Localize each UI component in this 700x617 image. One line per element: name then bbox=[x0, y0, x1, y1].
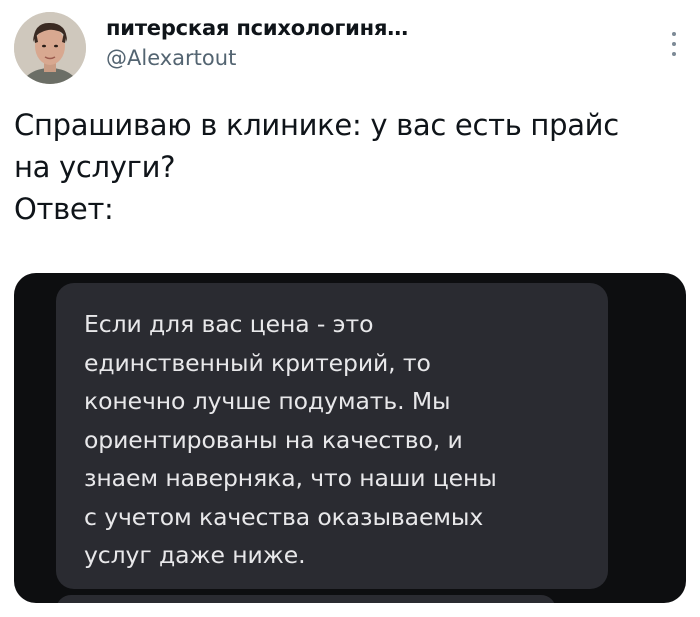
message-text: Если для вас цена - это единственный кри… bbox=[84, 305, 497, 575]
tweet-text-line: на услуги? bbox=[14, 150, 176, 184]
tweet-author: питерская психологиня… @Alexartout bbox=[106, 16, 408, 70]
message-line: единственный критерий, то bbox=[84, 348, 431, 377]
tweet-header: питерская психологиня… @Alexartout bbox=[14, 10, 686, 90]
message-line: услуг даже ниже. bbox=[84, 541, 306, 569]
more-options-icon[interactable] bbox=[670, 32, 678, 56]
message-line: с учетом качества оказываемых bbox=[84, 502, 484, 531]
tweet-text: Спрашиваю в клинике: у вас есть прайс на… bbox=[14, 104, 684, 230]
dot bbox=[672, 32, 676, 36]
message-bubble: Если для вас цена - это единственный кри… bbox=[56, 283, 608, 589]
dot bbox=[672, 42, 676, 46]
next-message-bubble bbox=[56, 595, 556, 603]
message-line: ориентированы на качество, и bbox=[84, 425, 463, 454]
avatar[interactable] bbox=[14, 12, 86, 84]
user-avatar-icon bbox=[14, 12, 86, 84]
author-handle[interactable]: @Alexartout bbox=[106, 46, 408, 70]
author-display-name[interactable]: питерская психологиня… bbox=[106, 16, 408, 40]
tweet-media-image[interactable]: Если для вас цена - это единственный кри… bbox=[14, 273, 686, 603]
message-line: знаем наверняка, что наши цены bbox=[84, 464, 497, 492]
message-line: конечно лучше подумать. Мы bbox=[84, 387, 451, 415]
dot bbox=[672, 52, 676, 56]
message-line: Если для вас цена - это bbox=[84, 310, 374, 338]
tweet-text-line: Ответ: bbox=[14, 192, 114, 226]
tweet-text-line: Спрашиваю в клинике: у вас есть прайс bbox=[14, 108, 619, 142]
